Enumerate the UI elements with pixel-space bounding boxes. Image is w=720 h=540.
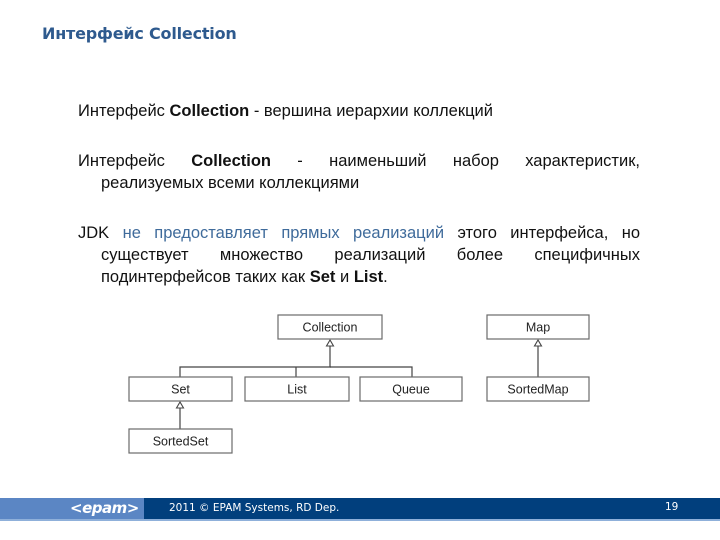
node-label: Set <box>171 383 190 397</box>
node-list: List <box>244 376 350 402</box>
node-sortedset: SortedSet <box>128 428 233 454</box>
footer-copyright: 2011 © EPAM Systems, RD Dep. <box>169 502 340 514</box>
connector-set-collection <box>179 366 331 377</box>
node-sortedmap: SortedMap <box>486 376 590 402</box>
footer-logo-area: <epam> <box>0 498 144 520</box>
collection-hierarchy-diagram: Collection Set List Queue SortedSet Map … <box>128 314 590 454</box>
node-map: Map <box>486 314 590 340</box>
node-set: Set <box>128 376 233 402</box>
node-label: Collection <box>303 321 358 335</box>
node-label: SortedMap <box>507 383 568 397</box>
page-number: 19 <box>665 501 679 513</box>
node-label: List <box>287 383 307 397</box>
inheritance-arrow-set <box>175 400 185 409</box>
slide-footer: <epam> 2011 © EPAM Systems, RD Dep. 19 <box>0 498 720 520</box>
node-queue: Queue <box>359 376 463 402</box>
footer-divider <box>0 519 720 521</box>
node-label: SortedSet <box>153 435 209 449</box>
node-collection: Collection <box>277 314 383 340</box>
connector-queue-collection <box>330 366 413 377</box>
node-label: Map <box>526 321 550 335</box>
inheritance-arrow-collection <box>325 338 335 347</box>
epam-logo: <epam> <box>70 499 139 517</box>
node-label: Queue <box>392 383 430 397</box>
inheritance-arrow-map <box>533 338 543 347</box>
